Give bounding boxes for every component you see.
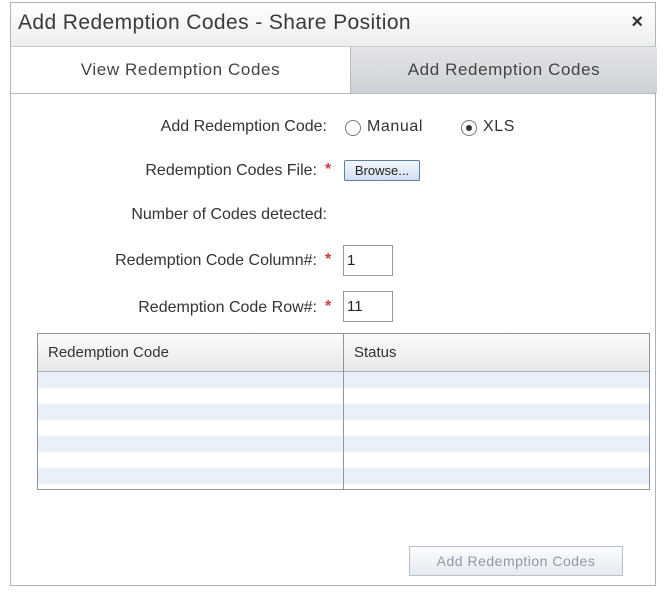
required-marker: * xyxy=(325,251,332,268)
tab-view-redemption-codes[interactable]: View Redemption Codes xyxy=(11,47,351,93)
add-redemption-codes-button[interactable]: Add Redemption Codes xyxy=(409,546,623,576)
codes-detected-label: Number of Codes detected: xyxy=(131,206,327,223)
required-marker: * xyxy=(325,161,332,178)
radio-xls-label: XLS xyxy=(483,118,516,135)
add-redemption-codes-dialog: Add Redemption Codes - Share Position × … xyxy=(10,2,657,586)
column-header-status[interactable]: Status xyxy=(344,334,649,371)
column-input[interactable]: 1 xyxy=(343,245,393,276)
tab-bar: View Redemption Codes Add Redemption Cod… xyxy=(11,47,657,94)
tab-add-redemption-codes[interactable]: Add Redemption Codes xyxy=(351,47,657,93)
column-divider xyxy=(343,334,344,489)
redemption-codes-grid: Redemption Code Status xyxy=(37,333,650,490)
radio-manual-label: Manual xyxy=(367,118,424,135)
radio-manual[interactable] xyxy=(345,120,361,136)
row-input[interactable]: 11 xyxy=(343,291,393,322)
column-label: Redemption Code Column#: xyxy=(115,252,317,269)
radio-xls[interactable] xyxy=(461,120,477,136)
row-label: Redemption Code Row#: xyxy=(138,299,317,316)
required-marker: * xyxy=(325,298,332,315)
column-header-redemption-code[interactable]: Redemption Code xyxy=(38,334,344,371)
browse-button[interactable]: Browse... xyxy=(344,160,420,181)
file-label: Redemption Codes File: xyxy=(145,162,317,179)
mode-label: Add Redemption Code: xyxy=(160,118,327,135)
dialog-title: Add Redemption Codes - Share Position xyxy=(18,11,412,34)
dialog-titlebar: Add Redemption Codes - Share Position × xyxy=(11,3,655,47)
close-icon[interactable]: × xyxy=(631,12,643,32)
